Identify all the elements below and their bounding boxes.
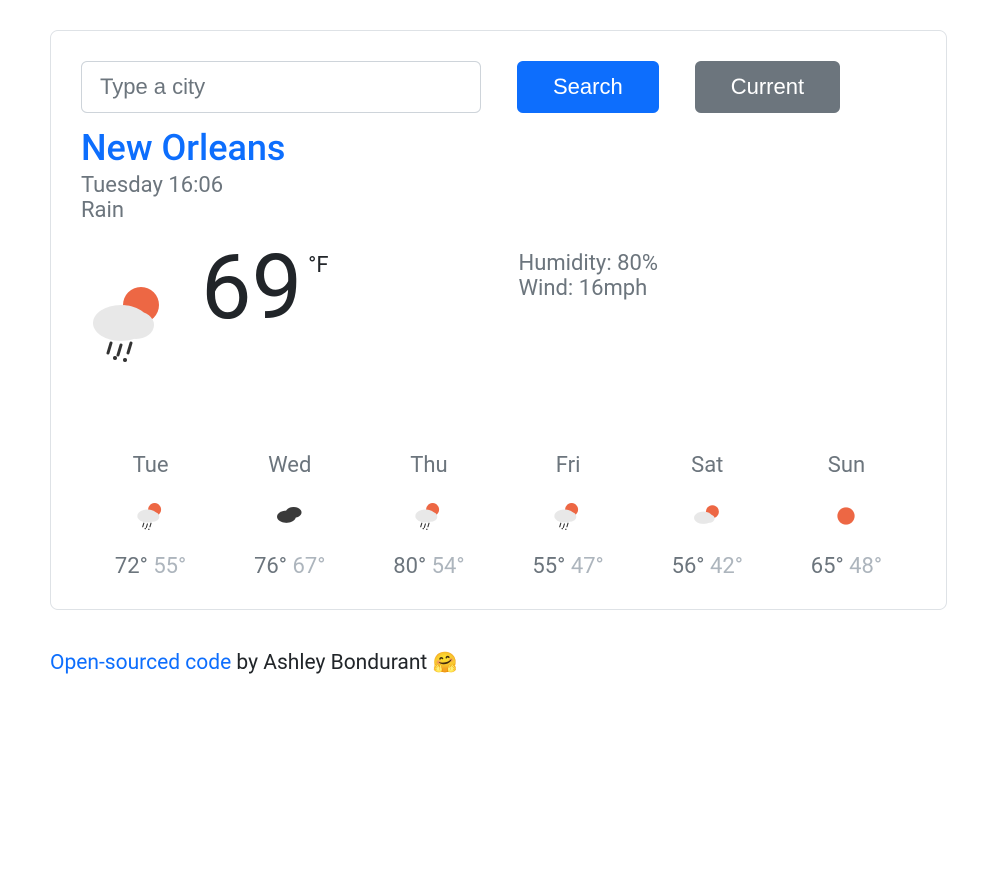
forecast-high: 56° xyxy=(672,554,705,579)
forecast-low: 54° xyxy=(432,554,465,579)
forecast-day-label: Fri xyxy=(499,453,638,478)
weather-card: Search Current New Orleans Tuesday 16:06… xyxy=(50,30,947,610)
temperature-column: 69 °F xyxy=(81,243,479,373)
forecast-weather-icon xyxy=(550,498,586,534)
author-text: by Ashley Bondurant xyxy=(231,651,432,675)
forecast-weather-icon xyxy=(828,498,864,534)
forecast-temps: 65° 48° xyxy=(777,554,916,579)
forecast-weather-icon xyxy=(689,498,725,534)
search-row: Search Current xyxy=(81,61,916,113)
hug-emoji-icon: 🤗 xyxy=(433,650,458,674)
forecast-high: 80° xyxy=(393,554,426,579)
temperature-value: 69 xyxy=(201,243,302,333)
wind: Wind: 16mph xyxy=(519,276,917,301)
forecast-weather-icon xyxy=(272,498,308,534)
forecast-low: 48° xyxy=(849,554,882,579)
forecast-low: 55° xyxy=(153,554,186,579)
humidity-label: Humidity: xyxy=(519,251,618,276)
forecast-day-label: Tue xyxy=(81,453,220,478)
forecast-day-label: Wed xyxy=(220,453,359,478)
forecast-day-label: Sat xyxy=(638,453,777,478)
forecast-day: Tue 72° 55° xyxy=(81,453,220,579)
temperature-unit[interactable]: °F xyxy=(308,253,328,278)
datetime: Tuesday 16:06 xyxy=(81,173,916,198)
source-code-link[interactable]: Open-sourced code xyxy=(50,651,231,675)
wind-label: Wind: xyxy=(519,276,579,301)
forecast-temps: 76° 67° xyxy=(220,554,359,579)
humidity-value: 80% xyxy=(617,251,658,276)
weather-condition: Rain xyxy=(81,198,916,223)
humidity: Humidity: 80% xyxy=(519,251,917,276)
current-weather-icon xyxy=(81,273,181,373)
forecast-day: Thu 80° 54° xyxy=(359,453,498,579)
forecast-row: Tue 72° 55° Wed 76° 67° Thu xyxy=(81,453,916,579)
forecast-day: Fri 55° 47° xyxy=(499,453,638,579)
footer: Open-sourced code by Ashley Bondurant 🤗 xyxy=(50,650,947,675)
forecast-temps: 72° 55° xyxy=(81,554,220,579)
city-name: New Orleans xyxy=(81,127,916,169)
forecast-weather-icon xyxy=(133,498,169,534)
forecast-day-label: Thu xyxy=(359,453,498,478)
forecast-high: 72° xyxy=(115,554,148,579)
forecast-temps: 56° 42° xyxy=(638,554,777,579)
forecast-weather-icon xyxy=(411,498,447,534)
forecast-temps: 80° 54° xyxy=(359,554,498,579)
forecast-low: 42° xyxy=(710,554,743,579)
search-button[interactable]: Search xyxy=(517,61,659,113)
details-column: Humidity: 80% Wind: 16mph xyxy=(519,243,917,373)
forecast-low: 67° xyxy=(292,554,325,579)
forecast-temps: 55° 47° xyxy=(499,554,638,579)
forecast-day: Sun 65° 48° xyxy=(777,453,916,579)
forecast-high: 55° xyxy=(532,554,565,579)
city-input[interactable] xyxy=(81,61,481,113)
forecast-day: Wed 76° 67° xyxy=(220,453,359,579)
forecast-high: 76° xyxy=(254,554,287,579)
forecast-high: 65° xyxy=(811,554,844,579)
temperature-display: 69 °F xyxy=(201,243,329,333)
wind-value: 16mph xyxy=(579,276,648,301)
main-row: 69 °F Humidity: 80% Wind: 16mph xyxy=(81,243,916,373)
current-location-button[interactable]: Current xyxy=(695,61,840,113)
forecast-low: 47° xyxy=(571,554,604,579)
forecast-day-label: Sun xyxy=(777,453,916,478)
forecast-day: Sat 56° 42° xyxy=(638,453,777,579)
